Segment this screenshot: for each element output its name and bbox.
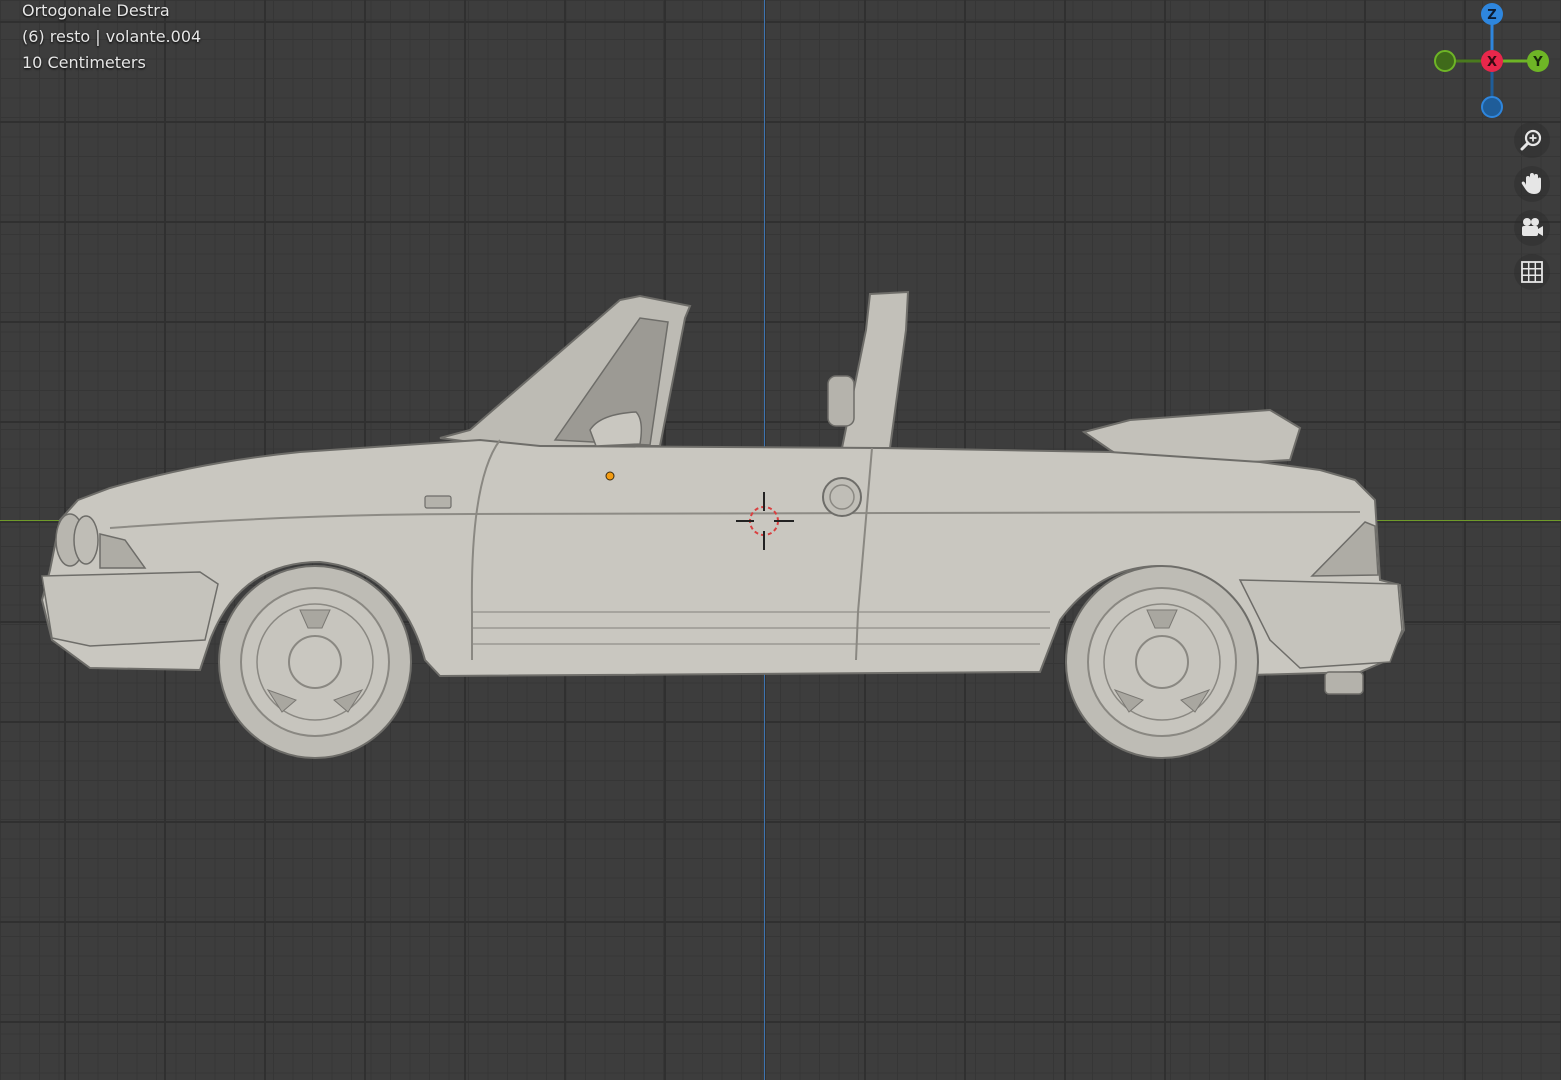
exhaust-pipe [1324, 671, 1364, 695]
roll-bar [840, 290, 910, 449]
zoom-button[interactable] [1514, 122, 1550, 158]
side-marker [424, 495, 452, 509]
gizmo-y-label: Y [1532, 55, 1543, 70]
seat-headrest [827, 375, 855, 427]
gizmo-neg-z[interactable] [1481, 96, 1503, 118]
perspective-toggle-button[interactable] [1514, 254, 1550, 290]
gizmo-x-label: X [1487, 55, 1497, 70]
camera-button[interactable] [1514, 210, 1550, 246]
object-origin[interactable] [605, 471, 615, 481]
front-wheel [218, 565, 412, 759]
zoom-icon [1520, 129, 1542, 151]
grid-icon [1521, 261, 1543, 283]
fuel-cap [822, 477, 862, 517]
camera-icon [1522, 218, 1543, 236]
car-model[interactable] [0, 0, 1561, 1080]
gizmo-z-label: Z [1487, 8, 1496, 23]
front-bumper [41, 571, 219, 647]
rear-wheel [1065, 565, 1259, 759]
navigation-gizmo[interactable]: Z Y X [1430, 0, 1561, 125]
pan-button[interactable] [1514, 166, 1550, 202]
gizmo-neg-y[interactable] [1434, 50, 1456, 72]
hand-icon [1521, 173, 1541, 194]
headlight-inner [73, 515, 99, 565]
